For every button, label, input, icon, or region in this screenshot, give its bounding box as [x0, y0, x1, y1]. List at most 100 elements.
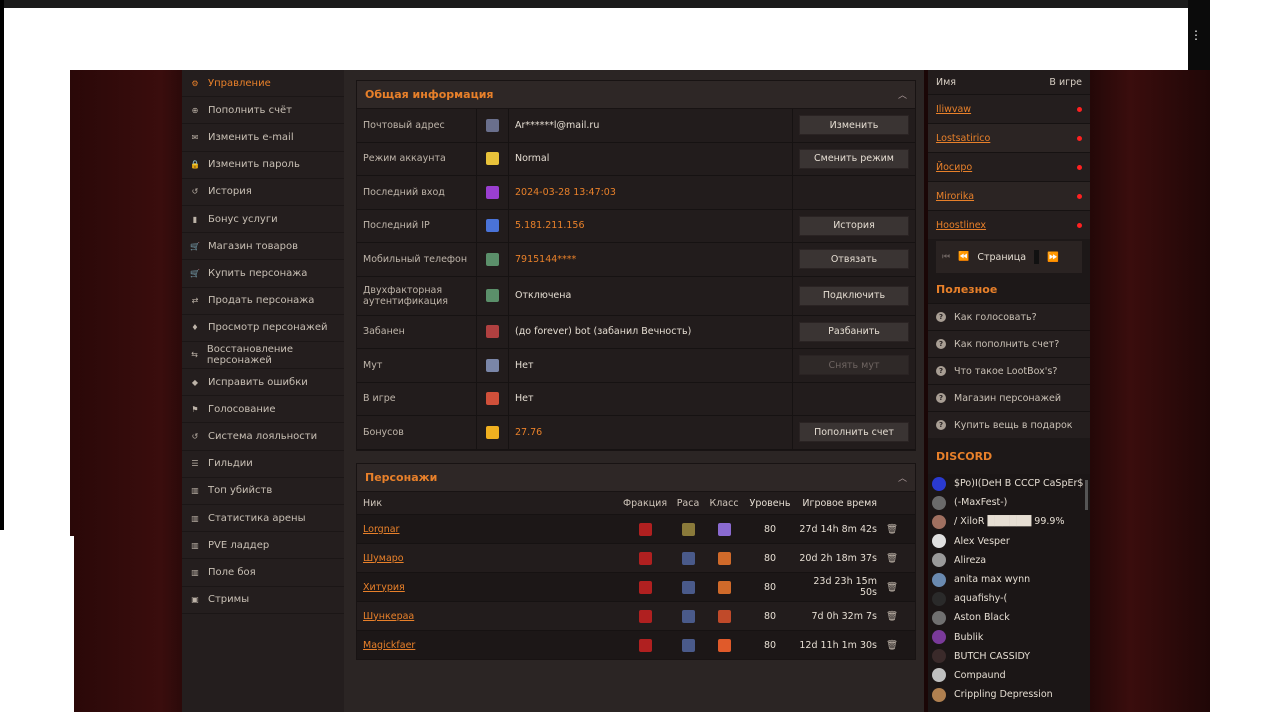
- discord-member-name: Alireza: [954, 554, 987, 566]
- general-info-header[interactable]: Общая информация ︿: [357, 81, 915, 109]
- info-row: Бонусов 27.76 Пополнить счет: [357, 416, 915, 450]
- discord-member[interactable]: Aston Black: [928, 608, 1090, 627]
- discord-member[interactable]: anita max wynn: [928, 570, 1090, 589]
- trash-icon[interactable]: 🗑: [877, 640, 907, 651]
- discord-member[interactable]: (-MaxFest-): [928, 493, 1090, 512]
- info-action-button[interactable]: Отвязать: [799, 249, 909, 270]
- info-value: 27.76: [509, 416, 793, 449]
- sidebar-item[interactable]: ⚙ Управление: [182, 70, 344, 98]
- horde-faction-icon: [638, 522, 652, 536]
- characters-header[interactable]: Персонажи ︿: [357, 464, 915, 492]
- useful-link[interactable]: ? Как голосовать?: [928, 303, 1090, 330]
- page-input[interactable]: [1034, 250, 1040, 264]
- next-page-icon[interactable]: ⏩: [1047, 252, 1059, 263]
- sidebar-item-label: Пополнить счёт: [208, 104, 293, 116]
- trash-icon[interactable]: 🗑: [877, 582, 907, 593]
- info-action-button[interactable]: Пополнить счет: [799, 422, 909, 443]
- browser-tab-strip[interactable]: [4, 0, 1188, 8]
- browser-menu-icon[interactable]: ⋮: [1190, 28, 1202, 42]
- info-action-button[interactable]: Изменить: [799, 115, 909, 136]
- info-value: Нет: [509, 349, 793, 382]
- sidebar-item[interactable]: ⇄ Продать персонажа: [182, 288, 344, 315]
- trash-icon[interactable]: 🗑: [877, 553, 907, 564]
- characters-table: Ник Фракция Раса Класс Уровень Игровое в…: [357, 492, 915, 659]
- sidebar-item[interactable]: ⊕ Пополнить счёт: [182, 97, 344, 125]
- sidebar-item[interactable]: ▥ Поле боя: [182, 559, 344, 587]
- discord-member-list[interactable]: $Po)I(DeH B CCCP CaSpEr$ (-MaxFest-) / X…: [928, 474, 1090, 712]
- sidebar-item[interactable]: ☰ Гильдии: [182, 451, 344, 478]
- sidebar-item[interactable]: ▣ Стримы: [182, 587, 344, 614]
- sidebar-item[interactable]: ▥ Статистика арены: [182, 505, 344, 533]
- prev-page-icon[interactable]: ⏪: [958, 252, 969, 262]
- sidebar-item[interactable]: ♦ Просмотр персонажей: [182, 315, 344, 342]
- info-action-button[interactable]: Подключить: [799, 285, 909, 306]
- online-player-row: Hoostlinex: [928, 210, 1090, 239]
- player-link[interactable]: Lostsatirico: [936, 133, 990, 144]
- useful-link[interactable]: ? Магазин персонажей: [928, 384, 1090, 411]
- offline-status-icon: [1077, 222, 1082, 228]
- useful-link[interactable]: ? Купить вещь в подарок: [928, 411, 1090, 438]
- info-value: 7915144****: [509, 243, 793, 276]
- sidebar-item[interactable]: ▮ Бонус услуги: [182, 206, 344, 234]
- first-page-icon[interactable]: ⏮: [942, 252, 950, 262]
- discord-member[interactable]: Bublik: [928, 628, 1090, 647]
- useful-link[interactable]: ? Что такое LootBox's?: [928, 357, 1090, 384]
- discord-member[interactable]: Crippling Depression: [928, 685, 1090, 704]
- avatar: [932, 610, 946, 625]
- sidebar-item[interactable]: 🛒 Купить персонажа: [182, 260, 344, 288]
- useful-link-label: Как пополнить счет?: [954, 338, 1060, 350]
- sidebar-item[interactable]: ⚑ Голосование: [182, 396, 344, 424]
- useful-link[interactable]: ? Как пополнить счет?: [928, 330, 1090, 357]
- info-action-button[interactable]: Разбанить: [799, 321, 909, 342]
- sidebar-item[interactable]: 🔒 Изменить пароль: [182, 152, 344, 179]
- discord-scrollbar[interactable]: [1085, 480, 1088, 510]
- discord-member[interactable]: $Po)I(DeH B CCCP CaSpEr$: [928, 474, 1090, 493]
- sidebar-item-label: Продать персонажа: [208, 295, 315, 307]
- player-link[interactable]: Йосиро: [936, 162, 972, 173]
- sidebar-item-label: Просмотр персонажей: [208, 322, 328, 334]
- collapse-icon[interactable]: ︿: [898, 471, 907, 484]
- player-link[interactable]: Iliwvaw: [936, 104, 971, 115]
- race-icon: [681, 551, 695, 565]
- race-icon: [681, 609, 695, 623]
- discord-member[interactable]: / XiloR ██████ 99.9%: [928, 512, 1090, 531]
- sidebar-item[interactable]: ▥ Топ убийств: [182, 478, 344, 505]
- discord-member[interactable]: BUTCH CASSIDY: [928, 647, 1090, 666]
- sidebar-item[interactable]: ◆ Исправить ошибки: [182, 369, 344, 397]
- stream-icon: ▣: [191, 595, 199, 605]
- info-label: В игре: [357, 382, 477, 415]
- info-label: Двухфакторная аутентификация: [357, 276, 477, 315]
- character-link[interactable]: Lorgnar: [363, 524, 399, 535]
- sidebar-item[interactable]: ✉ Изменить e-mail: [182, 124, 344, 152]
- class-icon: [717, 551, 731, 565]
- character-link[interactable]: Хитурия: [363, 582, 405, 593]
- sidebar-item[interactable]: ▥ PVE ладдер: [182, 532, 344, 560]
- sidebar-item-label: Статистика арены: [208, 512, 306, 524]
- discord-member[interactable]: Alireza: [928, 551, 1090, 570]
- sidebar-item[interactable]: ↺ Система лояльности: [182, 423, 344, 451]
- online-player-row: Йосиро: [928, 152, 1090, 181]
- info-row-icon: [486, 219, 499, 233]
- sidebar-item[interactable]: ⇆ Восстановление персонажей: [182, 342, 344, 370]
- info-action-button[interactable]: История: [799, 215, 909, 236]
- sidebar-item-label: Магазин товаров: [208, 240, 298, 252]
- trash-icon[interactable]: 🗑: [877, 611, 907, 622]
- users-icon: ☰: [191, 459, 199, 469]
- sidebar-item[interactable]: 🛒 Магазин товаров: [182, 233, 344, 261]
- player-link[interactable]: Mirorika: [936, 191, 974, 202]
- character-link[interactable]: Шумаро: [363, 553, 404, 564]
- discord-member[interactable]: aquafishy-(: [928, 589, 1090, 608]
- character-playtime: 27d 14h 8m 42s: [799, 523, 877, 535]
- collapse-icon[interactable]: ︿: [898, 88, 907, 101]
- trash-icon[interactable]: 🗑: [877, 524, 907, 535]
- sidebar-item[interactable]: ↺ История: [182, 179, 344, 206]
- history-icon: ↺: [191, 432, 199, 442]
- player-link[interactable]: Hoostlinex: [936, 220, 986, 231]
- info-action-button[interactable]: Сменить режим: [799, 148, 909, 169]
- info-value: 5.181.211.156: [509, 209, 793, 242]
- character-link[interactable]: Шункераа: [363, 611, 414, 622]
- info-row-icon: [486, 252, 499, 266]
- discord-member[interactable]: Compaund: [928, 666, 1090, 685]
- character-link[interactable]: Magickfaer: [363, 640, 415, 651]
- discord-member[interactable]: Alex Vesper: [928, 532, 1090, 551]
